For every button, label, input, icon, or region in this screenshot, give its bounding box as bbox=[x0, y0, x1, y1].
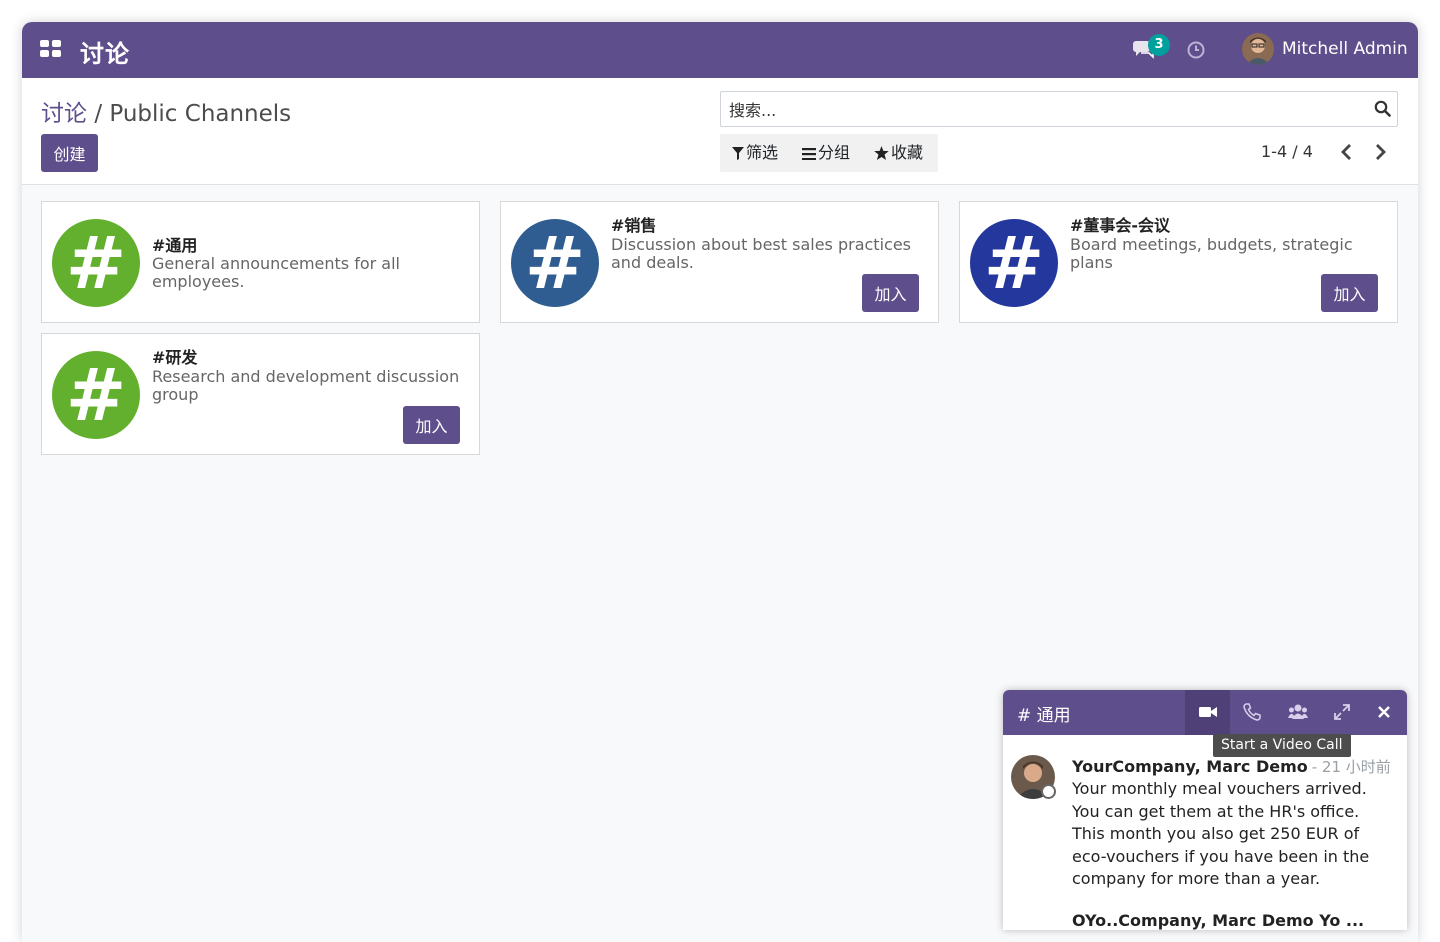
breadcrumb-current: Public Channels bbox=[109, 101, 292, 127]
channel-description: Research and development discussion grou… bbox=[152, 367, 460, 404]
filters-toggle[interactable]: 筛选 bbox=[732, 134, 778, 172]
favorites-label: 收藏 bbox=[891, 143, 924, 162]
channel-hash-icon: # bbox=[970, 219, 1058, 307]
join-button[interactable]: 加入 bbox=[1321, 274, 1378, 312]
channel-card[interactable]: # #董事会-会议 Board meetings, budgets, strat… bbox=[959, 201, 1398, 323]
channel-hash-icon: # bbox=[511, 219, 599, 307]
chevron-left-icon[interactable] bbox=[1340, 143, 1354, 161]
message-count-badge: 3 bbox=[1148, 34, 1170, 56]
close-chat-button[interactable] bbox=[1362, 690, 1407, 735]
username-label[interactable]: Mitchell Admin bbox=[1282, 39, 1408, 59]
message-author: YourCompany, Marc Demo - 21 小时前 bbox=[1072, 756, 1391, 777]
user-avatar[interactable] bbox=[1242, 33, 1274, 65]
message-body: Your monthly meal vouchers arrived. You … bbox=[1072, 778, 1392, 891]
apps-menu-icon[interactable] bbox=[40, 40, 61, 58]
chat-window: # 通用 YourCompany, Marc Demo - 21 小时前 Your… bbox=[1003, 690, 1407, 930]
video-call-tooltip: Start a Video Call bbox=[1213, 734, 1351, 757]
channel-card[interactable]: # #研发 Research and development discussio… bbox=[41, 333, 480, 455]
breadcrumb-separator: / bbox=[94, 101, 103, 127]
message-line: This month you also get 250 EUR of eco-v… bbox=[1072, 824, 1370, 888]
list-bars-icon bbox=[802, 148, 816, 161]
channel-description: Board meetings, budgets, strategic plans bbox=[1070, 235, 1353, 272]
channel-description: Discussion about best sales practices an… bbox=[611, 235, 911, 272]
presence-status-icon bbox=[1041, 784, 1056, 799]
breadcrumb: 讨论 / Public Channels bbox=[41, 94, 291, 128]
channel-name: #研发 bbox=[152, 348, 198, 367]
groupby-toggle[interactable]: 分组 bbox=[802, 134, 850, 172]
breadcrumb-parent-link[interactable]: 讨论 bbox=[41, 101, 87, 127]
chat-window-header[interactable]: # 通用 bbox=[1003, 690, 1407, 735]
message-date: - 21 小时前 bbox=[1311, 758, 1391, 776]
channel-description: General announcements for all employees. bbox=[152, 254, 400, 291]
close-icon bbox=[1378, 706, 1390, 718]
search-box bbox=[720, 91, 1398, 128]
channel-card[interactable]: # #销售 Discussion about best sales practi… bbox=[500, 201, 939, 323]
channel-name: #董事会-会议 bbox=[1070, 216, 1171, 235]
groupby-label: 分组 bbox=[818, 143, 851, 162]
pager-value[interactable]: 1-4 / 4 bbox=[1261, 142, 1313, 161]
top-navbar: 讨论 3 Mitchell Admin bbox=[22, 22, 1418, 78]
activity-clock-icon[interactable] bbox=[1187, 41, 1205, 59]
join-button[interactable]: 加入 bbox=[862, 274, 919, 312]
add-users-button[interactable] bbox=[1275, 690, 1320, 735]
channel-name: #销售 bbox=[611, 216, 657, 235]
search-icon[interactable] bbox=[1374, 100, 1391, 117]
control-panel: 讨论 / Public Channels 创建 筛选 分组 收藏 1-4 / 4 bbox=[22, 78, 1418, 185]
phone-icon bbox=[1243, 703, 1261, 721]
message-line: Your monthly meal vouchers arrived. You … bbox=[1072, 779, 1367, 821]
phone-call-button[interactable] bbox=[1230, 690, 1275, 735]
channel-hash-icon: # bbox=[52, 219, 140, 307]
video-call-button[interactable] bbox=[1185, 690, 1230, 735]
channel-hash-icon: # bbox=[52, 351, 140, 439]
expand-button[interactable] bbox=[1320, 690, 1365, 735]
channel-card[interactable]: # #通用 General announcements for all empl… bbox=[41, 201, 480, 323]
users-icon bbox=[1288, 704, 1308, 719]
chat-window-title[interactable]: # 通用 bbox=[1017, 701, 1071, 726]
expand-icon bbox=[1334, 704, 1350, 720]
chevron-right-icon[interactable] bbox=[1373, 143, 1387, 161]
next-message-author-partial: OYo..Company, Marc Demo Yo ... bbox=[1072, 911, 1365, 930]
filters-label: 筛选 bbox=[746, 143, 779, 162]
join-button[interactable]: 加入 bbox=[403, 406, 460, 444]
favorites-toggle[interactable]: 收藏 bbox=[874, 134, 923, 172]
search-options: 筛选 分组 收藏 bbox=[720, 134, 938, 172]
message-author-name[interactable]: YourCompany, Marc Demo bbox=[1072, 757, 1308, 776]
search-input[interactable] bbox=[727, 92, 1361, 128]
create-button[interactable]: 创建 bbox=[41, 134, 98, 172]
star-icon bbox=[874, 146, 889, 160]
filter-funnel-icon bbox=[732, 147, 744, 160]
video-camera-icon bbox=[1199, 707, 1217, 717]
channel-name: #通用 bbox=[152, 236, 198, 255]
app-title[interactable]: 讨论 bbox=[80, 34, 130, 69]
